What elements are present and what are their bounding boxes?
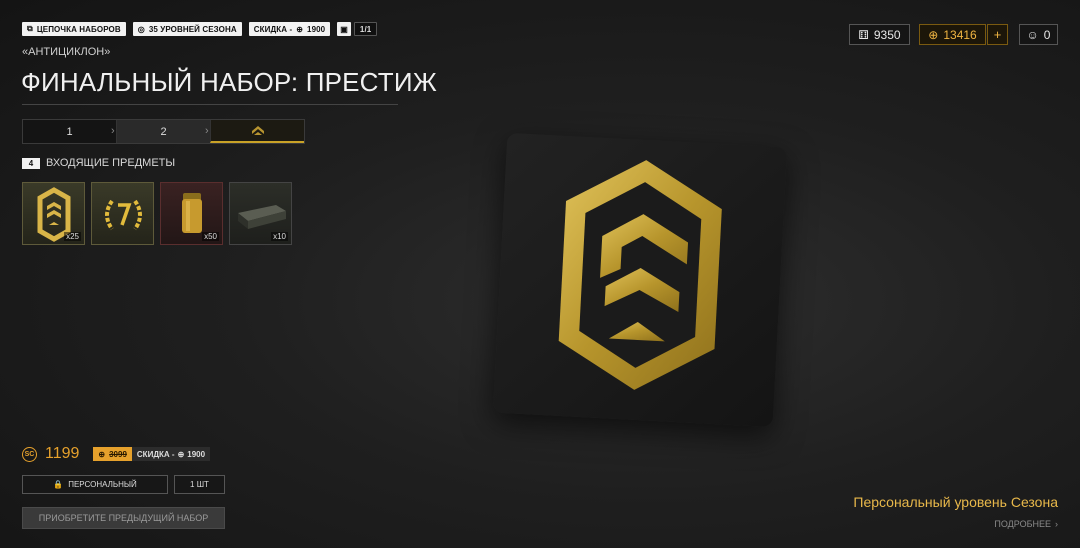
tag-chain-label: ЦЕПОЧКА НАБОРОВ [36, 24, 121, 34]
item-preview-card [492, 132, 788, 428]
other-value: 0 [1043, 27, 1051, 42]
coin-icon: ⊕ [928, 27, 939, 42]
item-prestige-emblem[interactable]: x25 [22, 182, 85, 245]
quantity-badge: 1 ШТ [174, 475, 225, 494]
item-list: x25 x50 x10 [22, 182, 292, 245]
tag-counter: ▣ 1/1 [337, 22, 378, 36]
coin-icon: ⊕ [98, 449, 106, 459]
gold-value: 13416 [943, 27, 977, 42]
coin-icon: ⊕ [177, 449, 185, 459]
sc-currency-icon: SC [22, 446, 37, 462]
other-balance[interactable]: ☺ 0 [1019, 24, 1058, 45]
step-indicator: 1 › 2 › [22, 119, 305, 144]
item-qty: x25 [64, 232, 81, 241]
item-gold-capsule[interactable]: x50 [160, 182, 223, 245]
tag-chain: ⧉ ЦЕПОЧКА НАБОРОВ [22, 22, 126, 36]
product-name: Персональный уровень Сезона [853, 494, 1058, 510]
prestige-emblem-icon [558, 160, 722, 390]
step-2[interactable]: › 2 [111, 120, 210, 143]
tag-row: ⧉ ЦЕПОЧКА НАБОРОВ ◎ 35 УРОВНЕЙ СЕЗОНА СКИД… [22, 22, 378, 36]
prestige-chevron-icon [251, 125, 264, 135]
token-icon: ⚅ [858, 27, 869, 42]
box-icon: ▣ [337, 22, 351, 36]
chevron-right-icon: › [1055, 519, 1058, 529]
chain-icon: ⧉ [27, 24, 33, 33]
included-count: 4 [22, 157, 40, 169]
item-ammo-box[interactable]: x10 [229, 182, 292, 245]
old-price-value: 3099 [109, 449, 127, 459]
more-label: ПОДРОБНЕЕ [994, 519, 1051, 529]
coin-icon: ⊕ [296, 24, 304, 34]
tag-discount-value: 1900 [307, 24, 326, 34]
chevron-right-icon: › [111, 125, 115, 137]
price-value: 1199 [45, 445, 80, 462]
lock-icon: 🔒 [53, 480, 64, 489]
personal-label: ПЕРСОНАЛЬНЫЙ [68, 480, 137, 489]
included-header: 4 ВХОДЯЩИЕ ПРЕДМЕТЫ [22, 157, 175, 169]
badge-icon: ☺ [1026, 27, 1039, 42]
step-1[interactable]: 1 [23, 120, 116, 143]
item-qty: x50 [202, 232, 219, 241]
buy-previous-button[interactable]: ПРИОБРЕТИТЕ ПРЕДЫДУЩИЙ НАБОР [22, 507, 225, 529]
tokens-value: 9350 [873, 27, 901, 42]
personal-badge: 🔒 ПЕРСОНАЛЬНЫЙ [22, 475, 168, 494]
discount-label: СКИДКА - [136, 449, 175, 459]
tag-counter-value: 1/1 [353, 22, 378, 36]
old-price: ⊕ 3099 [93, 447, 132, 461]
season-icon: ◎ [137, 24, 145, 34]
discount-badge: СКИДКА - ⊕ 1900 [131, 447, 211, 461]
tag-levels-label: 35 УРОВНЕЙ СЕЗОНА [148, 24, 237, 34]
step-3[interactable]: › [205, 120, 304, 143]
price-row: SC 1199 ⊕ 3099 СКИДКА - ⊕ 1900 [22, 445, 211, 463]
tag-levels: ◎ 35 УРОВНЕЙ СЕЗОНА [132, 22, 242, 36]
tag-discount: СКИДКА - ⊕ 1900 [248, 22, 331, 36]
more-link[interactable]: ПОДРОБНЕЕ › [994, 519, 1058, 529]
tag-discount-label: СКИДКА - [253, 24, 293, 34]
chevron-right-icon: › [205, 125, 209, 137]
level-7-wreath-icon [105, 199, 142, 231]
item-qty: x10 [271, 232, 288, 241]
divider [22, 104, 398, 105]
included-label: ВХОДЯЩИЕ ПРЕДМЕТЫ [46, 157, 176, 169]
add-gold-button[interactable]: + [987, 24, 1008, 45]
item-level-wreath[interactable] [91, 182, 154, 245]
tokens-balance[interactable]: ⚅ 9350 [849, 24, 910, 45]
page-title: ФИНАЛЬНЫЙ НАБОР: ПРЕСТИЖ [21, 67, 437, 97]
discount-value: 1900 [187, 449, 206, 459]
step-2-label: 2 [160, 125, 167, 138]
gold-balance[interactable]: ⊕ 13416 [919, 24, 986, 45]
step-1-label: 1 [66, 125, 73, 138]
subtitle: «АНТИЦИКЛОН» [22, 46, 111, 58]
